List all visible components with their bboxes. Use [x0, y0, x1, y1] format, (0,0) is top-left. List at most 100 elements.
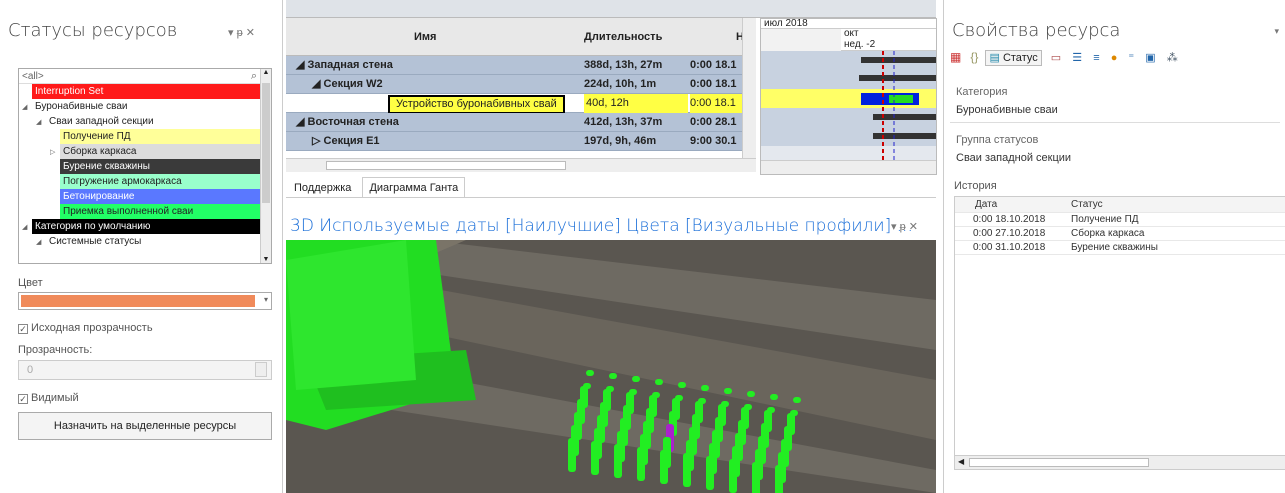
search-icon[interactable]: ⌕	[251, 69, 257, 84]
tree-item[interactable]: Получение ПД	[19, 129, 271, 144]
hscroll-thumb[interactable]	[326, 161, 566, 170]
gantt-table[interactable]: Имя Длительность Н ◢ Западная стена 388d,…	[286, 18, 756, 175]
gantt-hscroll[interactable]	[286, 158, 756, 172]
tree-item[interactable]: Бурение скважины	[19, 159, 271, 174]
history-row[interactable]: 0:00 18.10.2018 Получение ПД	[955, 213, 1285, 227]
tab-gantt[interactable]: Диаграмма Ганта	[362, 177, 466, 198]
chevron-down-icon[interactable]: ▾	[1274, 26, 1279, 37]
braces-icon[interactable]: {}	[970, 50, 978, 64]
pile-model[interactable]	[678, 382, 686, 388]
col-status[interactable]: Статус	[1071, 197, 1103, 213]
task-name: ◢ Западная стена	[296, 59, 393, 71]
status-tree[interactable]: <all> ⌕ Interruption Set ◢ Буронабивные св…	[18, 68, 272, 264]
list-icon[interactable]: ☰	[1072, 52, 1082, 64]
pile-model[interactable]	[614, 444, 622, 478]
tree-item[interactable]: Приемка выполненной сваи	[19, 204, 271, 219]
transparency-input[interactable]: 0	[18, 360, 272, 380]
task-name: ◢ Восточная стена	[296, 116, 399, 128]
comment-icon[interactable]: ▭	[1051, 52, 1061, 64]
orig-transparency-checkbox[interactable]: ✓ Исходная прозрачность	[18, 322, 153, 334]
gantt-row[interactable]: ◢ Восточная стена 412d, 13h, 37m 0:00 28.1	[286, 113, 756, 132]
form-icon[interactable]: ▣	[1145, 52, 1155, 64]
tree-item[interactable]: ◢ Сваи западной секции	[19, 114, 271, 129]
tree-item[interactable]: ◢ Системные статусы	[19, 234, 271, 249]
scroll-thumb[interactable]	[262, 83, 270, 203]
pile-model[interactable]	[701, 385, 709, 391]
pile-model[interactable]	[591, 441, 599, 475]
table-icon[interactable]: ▦	[950, 50, 961, 64]
col-duration[interactable]: Длительность	[584, 31, 662, 43]
visible-checkbox[interactable]: ✓ Видимый	[18, 392, 79, 404]
pile-model[interactable]	[775, 465, 783, 493]
scroll-down-icon[interactable]: ▼	[261, 256, 271, 263]
expander-icon[interactable]: ◢	[36, 235, 46, 250]
pile-model[interactable]	[637, 447, 645, 481]
pile-model[interactable]	[770, 394, 778, 400]
chevron-down-icon[interactable]: ▾	[264, 295, 268, 304]
hscroll-thumb[interactable]	[969, 458, 1149, 467]
3d-viewport[interactable]	[286, 240, 936, 493]
view3d-header: 3D Используемые даты [Наилучшие] Цвета […	[286, 197, 936, 240]
history-row[interactable]: 0:00 27.10.2018 Сборка каркаса	[955, 227, 1285, 241]
pile-model[interactable]	[793, 397, 801, 403]
col-name[interactable]: Имя	[414, 31, 436, 43]
tree-item[interactable]: ◢ Категория по умолчанию	[19, 219, 271, 234]
history-status: Бурение скважины	[1071, 242, 1158, 253]
pile-model[interactable]	[683, 453, 691, 487]
tree-item[interactable]: Interruption Set	[19, 84, 271, 99]
task-name: ▷ Секция E1	[312, 135, 380, 147]
pile-model[interactable]	[660, 450, 668, 484]
gantt-vscroll[interactable]	[742, 18, 756, 158]
view3d-pin-controls[interactable]: ▾ ᵽ ✕	[891, 220, 918, 233]
calculator-icon[interactable]	[255, 362, 267, 377]
expander-icon[interactable]: ▷	[50, 145, 60, 160]
outline-icon[interactable]: ≡	[1093, 52, 1099, 64]
resource-properties-panel: Свойства ресурса ▾ ▦ {} ▤ Статус ▭ ☰ ≡ ●…	[943, 0, 1285, 493]
history-hscroll[interactable]: ◀	[955, 455, 1285, 469]
history-table[interactable]: Дата Статус 0:00 18.10.2018 Получение ПД 0…	[954, 196, 1285, 470]
assign-button[interactable]: Назначить на выделенные ресурсы	[18, 412, 272, 440]
color-picker[interactable]: ▾	[18, 292, 272, 310]
tab-status[interactable]: ▤ Статус	[985, 50, 1042, 66]
coins-icon[interactable]: ●	[1111, 52, 1118, 64]
pile-model[interactable]	[724, 388, 732, 394]
pile-model[interactable]	[632, 376, 640, 382]
tree-item[interactable]: ▷ Сборка каркаса	[19, 144, 271, 159]
gantt-row[interactable]: Устройство буронабивных свай 40d, 12h 0:00…	[286, 94, 756, 114]
gantt-row[interactable]: ◢ Секция W2 224d, 10h, 1m 0:00 18.1	[286, 75, 756, 94]
history-status: Получение ПД	[1071, 214, 1139, 225]
tree-item[interactable]: ◢ Буронабивные сваи	[19, 99, 271, 114]
tree-item-label: Категория по умолчанию	[32, 219, 262, 234]
tree-scrollbar[interactable]: ▲ ▼	[260, 69, 271, 263]
col-date[interactable]: Дата	[975, 197, 997, 213]
checkbox-icon[interactable]: ✓	[18, 394, 28, 404]
gantt-chart[interactable]: июл 2018 окт нед. -2	[760, 18, 937, 175]
gantt-row[interactable]: ▷ Секция E1 197d, 9h, 46m 9:00 30.1	[286, 132, 756, 151]
expander-icon[interactable]: ◢	[22, 220, 32, 235]
tree-item[interactable]: Погружение армокаркаса	[19, 174, 271, 189]
scroll-left-icon[interactable]: ◀	[958, 457, 964, 466]
search-input[interactable]: <all>	[19, 71, 44, 82]
pile-model[interactable]	[729, 459, 737, 493]
pile-model[interactable]	[586, 370, 594, 376]
scroll-up-icon[interactable]: ▲	[261, 69, 271, 76]
pile-model[interactable]	[609, 373, 617, 379]
pile-model[interactable]	[752, 462, 760, 493]
panel-pin-controls[interactable]: ▾ ᵽ ✕	[228, 26, 255, 39]
tab-support[interactable]: Поддержка	[288, 178, 357, 198]
nodes-icon[interactable]: ⁂	[1167, 52, 1178, 64]
pile-model[interactable]	[706, 456, 714, 490]
pile-model[interactable]	[747, 391, 755, 397]
task-start: 0:00 18.1	[690, 94, 742, 113]
gantt-row[interactable]: ◢ Западная стена 388d, 13h, 27m 0:00 18.1	[286, 56, 756, 75]
chart-hscroll[interactable]	[761, 160, 936, 174]
expander-icon[interactable]: ◢	[22, 100, 32, 115]
pile-model[interactable]	[655, 379, 663, 385]
tree-item[interactable]: Бетонирование	[19, 189, 271, 204]
history-row[interactable]: 0:00 31.10.2018 Бурение скважины	[955, 241, 1285, 255]
checkbox-icon[interactable]: ✓	[18, 324, 28, 334]
expander-icon[interactable]: ◢	[36, 115, 46, 130]
pile-model[interactable]	[568, 438, 576, 472]
search-row[interactable]: <all> ⌕	[19, 69, 271, 84]
indent-icon[interactable]: ⁼	[1128, 52, 1134, 64]
